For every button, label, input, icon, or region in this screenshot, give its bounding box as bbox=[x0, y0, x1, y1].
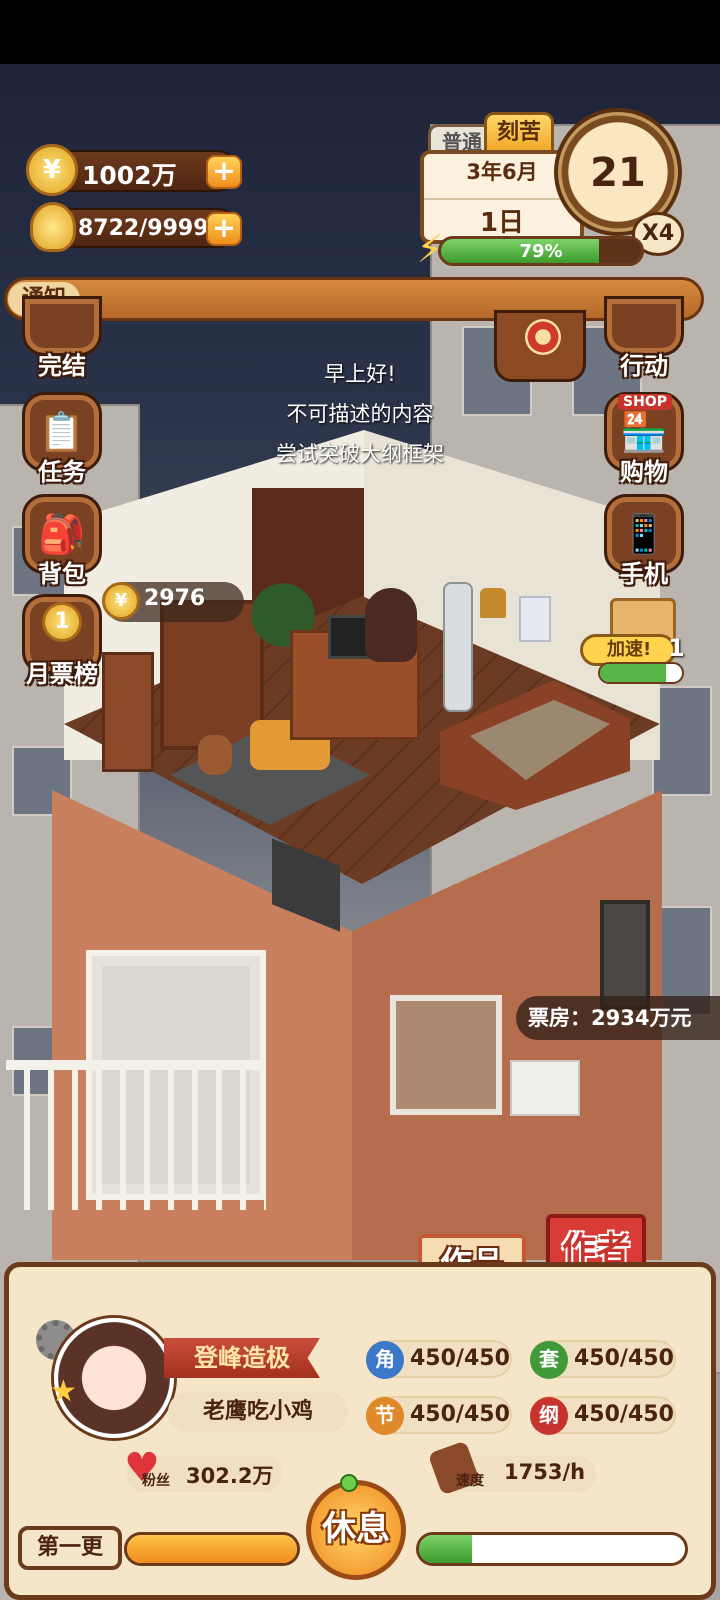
rest-progress-bar bbox=[416, 1532, 688, 1566]
fans-counter: ♥ 粉丝 302.2万 bbox=[124, 1448, 282, 1492]
fans-value: 302.2万 bbox=[186, 1464, 274, 1488]
stat-character[interactable]: 角 450/450 bbox=[366, 1340, 512, 1379]
coin-icon: ¥ bbox=[26, 144, 78, 196]
tasks-button[interactable]: 📋 任务 bbox=[20, 392, 104, 488]
stat-routine[interactable]: 套 450/450 bbox=[530, 1340, 676, 1379]
trophy[interactable] bbox=[480, 588, 506, 618]
star-icon: ★ bbox=[50, 1374, 77, 1409]
chapter-progress-bar bbox=[124, 1532, 300, 1566]
wall-cabinet bbox=[600, 900, 650, 1010]
target-icon[interactable] bbox=[494, 310, 586, 382]
routine-stat-icon: 套 bbox=[530, 1341, 568, 1379]
boost-label: 加速! bbox=[607, 639, 652, 660]
shop-label: 购物 bbox=[620, 458, 668, 486]
stat-character-value: 450/450 bbox=[410, 1346, 510, 1371]
box-office-badge: 票房：2934万元 bbox=[516, 996, 720, 1040]
speed-value: 1753/h bbox=[504, 1460, 586, 1484]
phone-button[interactable]: 📱 手机 bbox=[602, 494, 686, 590]
box-office-text: 票房：2934万元 bbox=[528, 1006, 692, 1030]
multiplier-label: X4 bbox=[641, 221, 675, 246]
action-label: 行动 bbox=[620, 352, 668, 380]
fans-label: 粉丝 bbox=[142, 1473, 170, 1489]
coin-bubble-value: 2976 bbox=[144, 586, 206, 611]
rest-button-label: 休息 bbox=[322, 1509, 390, 1549]
day-counter: 21 bbox=[590, 150, 646, 196]
chapter-progress-fill bbox=[127, 1535, 297, 1563]
stat-outline-value: 450/450 bbox=[574, 1402, 674, 1427]
wall-poster[interactable] bbox=[519, 596, 551, 642]
coins-value: 1002万 bbox=[82, 161, 177, 190]
rest-indicator-dot bbox=[340, 1474, 358, 1492]
speed-label: 速度 bbox=[456, 1473, 484, 1489]
boost-count: 1 bbox=[668, 634, 685, 662]
tasks-label: 任务 bbox=[38, 458, 86, 486]
speech-line-1: 早上好! bbox=[324, 362, 396, 386]
energy-value: 8722/9999 bbox=[78, 216, 209, 241]
finish-label: 完结 bbox=[38, 352, 86, 380]
ranking-label: 月票榜 bbox=[26, 660, 98, 688]
boost-progress-fill bbox=[600, 664, 666, 682]
chapter-label: 第一更 bbox=[36, 1535, 103, 1560]
rest-progress-fill bbox=[419, 1535, 473, 1563]
mode-hard-tab[interactable]: 刻苦 bbox=[484, 112, 554, 154]
speed-counter: 速度 1753/h bbox=[427, 1440, 596, 1496]
pet-dog[interactable] bbox=[198, 735, 232, 775]
speech-line-2: 不可描述的内容 bbox=[286, 402, 434, 426]
author-character[interactable] bbox=[365, 588, 417, 662]
air-conditioner-unit bbox=[510, 1060, 580, 1116]
coin-bubble[interactable]: ¥ 2976 bbox=[102, 582, 244, 622]
finish-button[interactable]: 完结 bbox=[20, 296, 104, 392]
author-title: 登峰造极 bbox=[194, 1344, 290, 1372]
author-title-banner: 登峰造极 bbox=[164, 1338, 320, 1378]
monthly-ticket-ranking-button[interactable]: 1 月票榜 bbox=[20, 594, 104, 690]
boost-progress bbox=[598, 662, 684, 684]
rest-button[interactable]: 休息 bbox=[306, 1480, 406, 1580]
stat-plot[interactable]: 节 450/450 bbox=[366, 1396, 512, 1435]
tower-fan[interactable] bbox=[443, 582, 473, 712]
balcony-railing bbox=[6, 1060, 266, 1210]
author-name: 老鹰吃小鸡 bbox=[168, 1392, 348, 1432]
character-stat-icon: 角 bbox=[366, 1341, 404, 1379]
stat-routine-value: 450/450 bbox=[574, 1346, 674, 1371]
action-button[interactable]: 行动 bbox=[602, 296, 686, 392]
add-energy-button[interactable]: + bbox=[206, 212, 242, 246]
add-coins-button[interactable]: + bbox=[206, 155, 242, 189]
plot-stat-icon: 节 bbox=[366, 1397, 404, 1435]
chapter-button[interactable]: 第一更 bbox=[18, 1526, 122, 1570]
ranking-number: 1 bbox=[42, 602, 82, 642]
lightning-icon[interactable]: ⚡ bbox=[410, 226, 450, 272]
speech-line-3: 尝试突破大纲框架 bbox=[276, 442, 444, 466]
shop-button[interactable]: SHOP 🏪 购物 bbox=[602, 392, 686, 488]
lightbulb-icon bbox=[30, 202, 76, 252]
stat-outline[interactable]: 纲 450/450 bbox=[530, 1396, 676, 1435]
day-progress-label: 79% bbox=[519, 241, 563, 262]
phone-label: 手机 bbox=[620, 560, 668, 588]
stat-plot-value: 450/450 bbox=[410, 1402, 510, 1427]
mode-hard-label: 刻苦 bbox=[496, 120, 541, 145]
house-window-small bbox=[390, 995, 502, 1115]
outline-stat-icon: 纲 bbox=[530, 1397, 568, 1435]
status-bar bbox=[0, 0, 720, 64]
backpack-button[interactable]: 🎒 背包 bbox=[20, 494, 104, 590]
day-progress-bar: 79% bbox=[438, 236, 644, 266]
backpack-label: 背包 bbox=[38, 560, 86, 588]
